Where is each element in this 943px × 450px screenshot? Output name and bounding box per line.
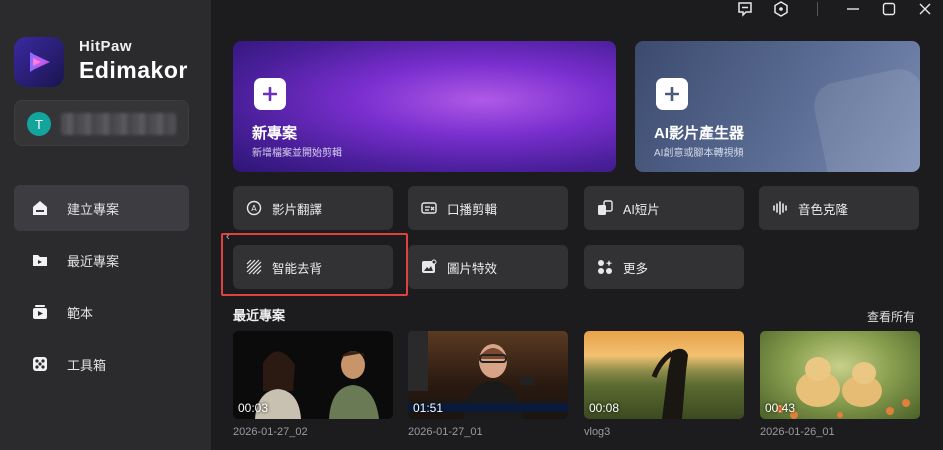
tool-more[interactable]: 更多 [584, 245, 744, 289]
feedback-icon [738, 2, 752, 17]
divider [799, 0, 835, 18]
sidebar-item-templates[interactable]: 範本 [14, 289, 189, 335]
project-name: 2026-01-26_01 [760, 426, 835, 438]
tool-label: 口播剪輯 [447, 202, 498, 217]
project-name: vlog3 [584, 426, 611, 438]
sidebar: HitPaw Edimakor T 建立專案 最近專案 範本 工具箱 [0, 0, 211, 450]
duration-label: 00:43 [765, 401, 796, 415]
translate-icon: A [246, 200, 262, 216]
tool-ai-short[interactable]: AI短片 [584, 186, 744, 230]
avatar: T [27, 112, 51, 136]
new-project-title: 新專案 [252, 125, 298, 142]
brand: HitPaw Edimakor [79, 38, 188, 84]
project-thumbnail[interactable]: 01:51 [408, 331, 568, 419]
tool-voice-clone[interactable]: 音色克隆 [759, 186, 919, 230]
minimize-button[interactable] [835, 0, 871, 18]
svg-text:A: A [251, 204, 257, 213]
sidebar-nav: 建立專案 最近專案 範本 工具箱 [14, 185, 189, 393]
new-project-card[interactable]: 新專案 新增檔案並開始剪輯 [233, 41, 616, 172]
settings-button[interactable] [763, 0, 799, 18]
window-controls [727, 0, 943, 18]
ai-short-icon [597, 200, 613, 216]
account-card[interactable]: T [14, 100, 189, 146]
brand-name-line1: HitPaw [79, 38, 133, 55]
sidebar-item-label: 最近專案 [67, 253, 120, 269]
account-name-redacted [61, 113, 176, 135]
gear-icon [774, 1, 788, 17]
duration-label: 00:08 [589, 401, 620, 415]
project-name: 2026-01-27_02 [233, 426, 308, 438]
image-effect-icon [421, 259, 437, 275]
app-logo-icon [14, 37, 64, 87]
sidebar-item-label: 工具箱 [67, 357, 107, 373]
toolbox-icon [30, 354, 50, 374]
tool-speech-edit[interactable]: 口播剪輯 [408, 186, 568, 230]
ai-video-generator-card[interactable]: AI影片產生器 AI創意或腳本轉視頻 [635, 41, 920, 172]
recent-folder-icon [30, 250, 50, 270]
close-icon [919, 3, 931, 15]
tool-image-effect[interactable]: 圖片特效 [408, 245, 568, 289]
duration-label: 00:03 [238, 401, 269, 415]
feedback-button[interactable] [727, 0, 763, 18]
sidebar-item-label: 建立專案 [67, 201, 120, 217]
ai-video-title: AI影片產生器 [654, 125, 745, 142]
close-button[interactable] [907, 0, 943, 18]
see-all-link[interactable]: 查看所有 [867, 308, 915, 325]
home-icon [30, 198, 50, 218]
project-thumbnail[interactable]: 00:43 [760, 331, 920, 419]
maximize-button[interactable] [871, 0, 907, 18]
ai-video-subtitle: AI創意或腳本轉視頻 [654, 148, 744, 159]
template-icon [30, 302, 50, 322]
tool-label: 更多 [623, 261, 649, 276]
new-project-subtitle: 新增檔案並開始剪輯 [252, 148, 342, 159]
tool-label: AI短片 [623, 202, 660, 217]
sidebar-item-create-project[interactable]: 建立專案 [14, 185, 189, 231]
recent-projects-title: 最近專案 [233, 308, 286, 323]
plus-icon [656, 78, 688, 110]
maximize-icon [882, 2, 896, 16]
more-grid-icon [597, 259, 613, 275]
project-name: 2026-01-27_01 [408, 426, 483, 438]
sidebar-item-toolbox[interactable]: 工具箱 [14, 341, 189, 387]
sidebar-item-recent-projects[interactable]: 最近專案 [14, 237, 189, 283]
sidebar-item-label: 範本 [67, 305, 94, 321]
duration-label: 01:51 [413, 401, 444, 415]
voice-clone-icon [772, 200, 788, 216]
brand-name-line2: Edimakor [79, 57, 188, 83]
project-thumbnail[interactable]: 00:08 [584, 331, 744, 419]
project-thumbnail[interactable]: 00:03 [233, 331, 393, 419]
highlight-box [221, 233, 408, 296]
tool-label: 圖片特效 [447, 261, 498, 276]
chevron-left-icon[interactable]: ‹ [226, 231, 238, 245]
speech-edit-icon [421, 200, 437, 216]
ai-deco-shape [809, 64, 920, 172]
tool-label: 影片翻譯 [272, 202, 323, 217]
tool-video-translate[interactable]: A 影片翻譯 [233, 186, 393, 230]
minimize-icon [847, 8, 859, 10]
plus-icon [254, 78, 286, 110]
tool-label: 音色克隆 [798, 202, 849, 217]
